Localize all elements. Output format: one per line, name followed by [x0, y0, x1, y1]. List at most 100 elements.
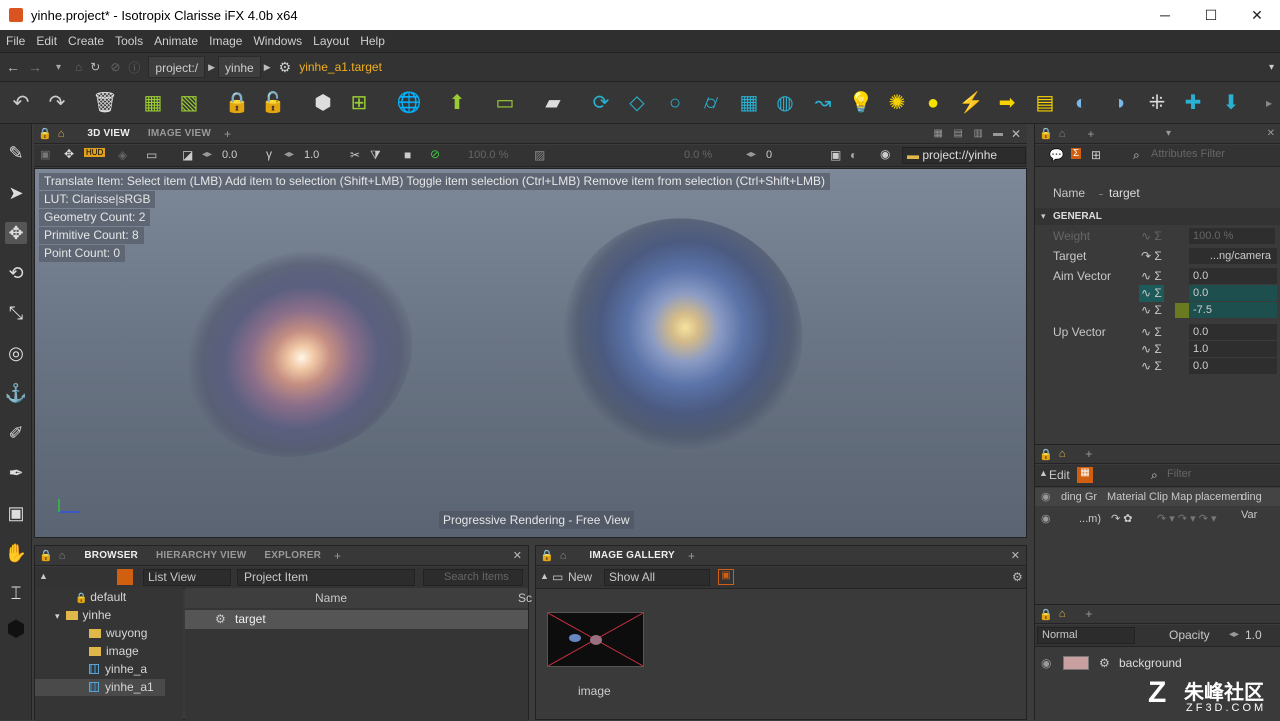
tab-3d-view[interactable]: 3D VIEW [78, 128, 139, 139]
group-icon[interactable]: ▦ [140, 90, 166, 116]
sun-light-icon[interactable]: ✺ [884, 90, 910, 116]
dropdown-icon[interactable]: ▾ [1166, 128, 1171, 139]
up-x-field[interactable]: 0.0 [1189, 324, 1277, 340]
add-tab-button[interactable]: + [1087, 127, 1094, 141]
menu-windows[interactable]: Windows [253, 34, 302, 48]
import-down-icon[interactable]: ⬇ [1218, 90, 1244, 116]
up-y-field[interactable]: 1.0 [1189, 341, 1277, 357]
camera-icon[interactable]: ■ [404, 148, 411, 162]
measure-tool-icon[interactable]: ⌶ [5, 582, 27, 604]
panel-lock-icon[interactable]: 🔒 [1039, 448, 1053, 461]
shading-icon[interactable]: ◐ [850, 148, 857, 162]
home-icon[interactable]: ⌂ [75, 60, 82, 74]
comment-icon[interactable]: 💬 [1049, 148, 1064, 162]
add-tab-button[interactable]: + [688, 549, 695, 563]
add-tab-button[interactable]: + [334, 549, 341, 563]
panel-home-icon[interactable]: ⌂ [1059, 448, 1066, 460]
context-location-field[interactable]: ▬ project://yinhe [902, 147, 1026, 164]
add-tab-button[interactable]: + [1085, 607, 1092, 621]
column-displacement[interactable]: placemen [1195, 488, 1243, 506]
path-segment-project[interactable]: project:/ [148, 56, 206, 78]
redo-icon[interactable]: ↷ [44, 90, 70, 116]
gamma-field[interactable]: 0.0 [222, 149, 237, 161]
sphere-primitive-icon[interactable]: ○ [662, 90, 688, 116]
menu-animate[interactable]: Animate [154, 34, 198, 48]
export-icon[interactable]: ⬆ [444, 90, 470, 116]
path-current-item[interactable]: yinhe_a1.target [299, 60, 382, 74]
pen-tool-icon[interactable]: ✒ [5, 462, 27, 484]
menu-file[interactable]: File [6, 34, 25, 48]
expand-icon[interactable]: ⊞ [1091, 148, 1101, 162]
path-segment-yinhe[interactable]: yinhe [218, 56, 261, 78]
instance-icon[interactable]: ⊞ [346, 90, 372, 116]
close-button[interactable]: ✕ [1234, 0, 1280, 30]
keyed-icon[interactable] [1175, 303, 1189, 318]
slider-arrows-icon[interactable]: ◂▸ [202, 149, 212, 160]
filter-icon[interactable]: ⧩ [370, 148, 381, 163]
curve-icon[interactable]: ∿ Σ [1139, 285, 1164, 302]
column-material[interactable]: Material [1107, 488, 1146, 506]
curve-icon[interactable]: ∿ Σ [1141, 341, 1162, 358]
directional-light-icon[interactable]: ➡ [994, 90, 1020, 116]
select-tool-icon[interactable]: ➤ [5, 182, 27, 204]
tools-icon[interactable]: ✂ [350, 148, 360, 162]
ungroup-icon[interactable]: ▧ [176, 90, 202, 116]
snap-tool-icon[interactable]: ⚓ [5, 382, 27, 404]
display-options-icon[interactable]: ▭ [146, 148, 157, 162]
camera-tool-icon[interactable]: ▣ [5, 502, 27, 524]
snapshot-compare-icon[interactable]: ▣ [830, 148, 841, 162]
globe-primitive-icon[interactable]: ◍ [772, 90, 798, 116]
curve-icon[interactable]: ↝ [810, 90, 836, 116]
paint-tool-icon[interactable]: ✎ [5, 142, 27, 164]
3d-viewport[interactable]: Translate Item: Select item (LMB) Add it… [34, 168, 1027, 538]
curve-icon[interactable]: ∿ Σ [1141, 268, 1162, 285]
scale-tool-icon[interactable]: ⤡ [5, 302, 27, 324]
pivot-tool-icon[interactable]: ◎ [5, 342, 27, 364]
up-z-field[interactable]: 0.0 [1189, 358, 1277, 374]
opacity-field[interactable]: 1.0 [1245, 628, 1262, 642]
console-icon[interactable]: ▭ [492, 90, 518, 116]
transform-icon[interactable]: ✥ [64, 147, 74, 161]
panel-lock-icon[interactable]: 🔒 [38, 127, 52, 140]
menu-tools[interactable]: Tools [115, 34, 143, 48]
context-icon[interactable]: ▰ [540, 90, 566, 116]
visibility-eye-icon[interactable]: ◉ [1041, 510, 1051, 528]
path-dropdown-icon[interactable]: ▾ [1269, 62, 1274, 73]
stop-icon[interactable]: ⊘ [110, 60, 120, 74]
forward-arrow-icon[interactable]: → [28, 59, 42, 75]
column-shading-group[interactable]: ding Gr [1061, 488, 1097, 506]
point-light-icon[interactable]: ● [920, 90, 946, 116]
layout-cols-icon[interactable]: ▥ [974, 128, 983, 139]
attributes-filter-input[interactable]: Attributes Filter [1151, 148, 1225, 160]
close-panel-icon[interactable]: ✕ [1011, 127, 1021, 141]
list-row-target[interactable]: ⚙ target [185, 610, 528, 629]
panel-home-icon[interactable]: ⌂ [1059, 128, 1066, 140]
grid-primitive-icon[interactable]: ▦ [736, 90, 762, 116]
slider-arrows-icon[interactable]: ◂▸ [1229, 629, 1239, 640]
target-field[interactable]: ...ng/camera [1189, 248, 1277, 264]
new-button[interactable]: New [568, 570, 592, 584]
close-panel-icon[interactable]: ✕ [513, 549, 522, 562]
view-mode-select[interactable]: List View [143, 569, 231, 586]
link-icon[interactable]: ↷ ✿ [1111, 510, 1133, 528]
globe-import-icon[interactable]: 🌐 [396, 90, 422, 116]
slider-arrows-icon[interactable]: ◂▸ [284, 149, 294, 160]
area-light-icon[interactable]: ▤ [1032, 90, 1058, 116]
frame-field[interactable]: 0 [766, 149, 772, 161]
layout-rows-icon[interactable]: ▤ [954, 128, 963, 139]
tab-image-view[interactable]: IMAGE VIEW [139, 128, 220, 139]
image-filter-icon[interactable]: ◪ [182, 148, 193, 162]
add-tab-button[interactable]: + [224, 127, 231, 141]
menu-image[interactable]: Image [209, 34, 242, 48]
panel-home-icon[interactable]: ⌂ [58, 128, 65, 140]
tree-item-yinhe-a1[interactable]: yinhe_a1 [35, 679, 165, 696]
aim-z-field[interactable]: -7.5 [1189, 302, 1277, 318]
item-type-select[interactable]: Project Item [237, 569, 415, 586]
section-general[interactable]: ▾ GENERAL [1035, 208, 1280, 225]
tab-browser[interactable]: BROWSER [75, 550, 147, 561]
column-name[interactable]: Name [315, 588, 347, 608]
environment-light-icon[interactable]: ◐ [1068, 90, 1094, 116]
gallery-view-icon[interactable]: ▣ [718, 569, 734, 585]
tab-image-gallery[interactable]: IMAGE GALLERY [580, 550, 684, 561]
checker-icon[interactable]: ▨ [534, 148, 545, 162]
